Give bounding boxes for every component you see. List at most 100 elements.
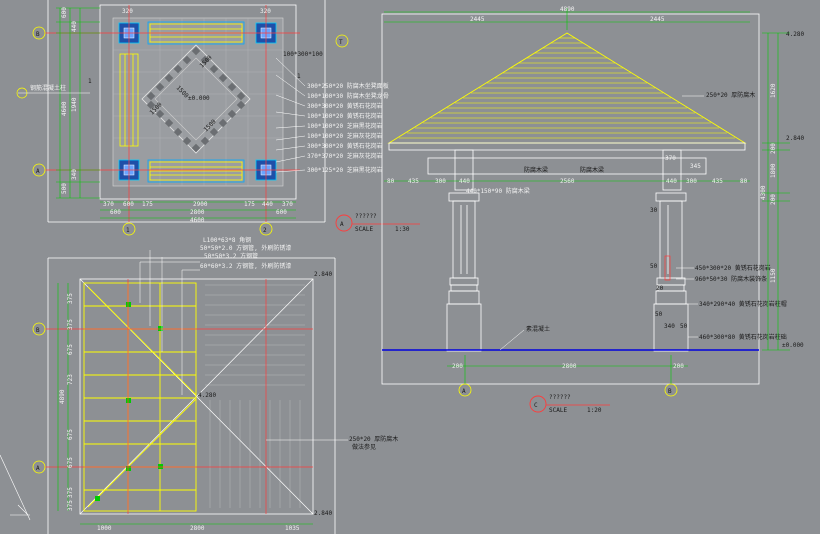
beam-dim: 300	[435, 178, 446, 185]
connection-nodes	[95, 302, 163, 501]
column-left	[446, 192, 482, 352]
steel-framing	[83, 282, 197, 512]
small-dim: 50	[680, 323, 688, 330]
small-dim: 20	[656, 285, 664, 292]
axis-bubble-2-label: 2	[263, 227, 267, 234]
bottom-dim-label: 175	[142, 201, 153, 208]
elevation-frame	[381, 13, 760, 385]
pole-mark: T	[339, 39, 343, 46]
material-notes: 300*250*20 防腐木坐凳面板 100*100*30 防腐木坐凳龙骨 30…	[307, 82, 389, 174]
left-dim-label: 440	[71, 21, 78, 32]
roof-boards	[399, 37, 735, 139]
beam-dim: 435	[712, 178, 723, 185]
left-dim-label: 500	[61, 183, 68, 194]
section-a-name: ??????	[355, 213, 377, 220]
scale-label: SCALE	[355, 226, 373, 233]
col-note: 460*300*80 黄锈石花岗岩柱础	[699, 333, 787, 341]
material-note: 370*370*20 芝麻灰花岗岩	[307, 152, 383, 160]
bottom-dim-label: 2900	[193, 201, 208, 208]
axis-bubble-1-label: 1	[126, 227, 130, 234]
ground-note: 素混凝土	[526, 325, 550, 333]
elev-top-total: 4890	[560, 6, 575, 13]
small-dim: 30	[650, 207, 658, 214]
roof-hatch	[205, 284, 305, 508]
section-c-name: ??????	[549, 394, 571, 401]
pavilion-elevation: 4890 2445 2445 250*20 厚防腐木 防腐木梁 防腐木梁 370	[381, 6, 804, 397]
roof-elev: 2.840	[314, 271, 332, 278]
roof-elev: 4.280	[198, 392, 216, 399]
roof-bottom-dim: 2800	[190, 525, 205, 532]
elev-top-dim: 2445	[470, 16, 485, 23]
elev-bottom-dim: 200	[452, 363, 463, 370]
elev-mark: 4.280	[786, 31, 804, 38]
beam-dim: 440	[459, 178, 470, 185]
roof-left-total: 4890	[59, 389, 66, 404]
section-c-letter: C	[534, 402, 538, 409]
bottom-dim-label: 2800	[190, 209, 205, 216]
roof-bottom-dim: 1000	[97, 525, 112, 532]
bottom-dim-label: 440	[262, 201, 273, 208]
left-dim-label: 600	[61, 7, 68, 18]
decor-strip	[664, 255, 671, 281]
elev-right-dim: 1620	[770, 83, 777, 98]
material-note: 100*100*20 芝麻黑花岗岩	[307, 122, 383, 130]
cad-drawing: 600 440 1940 4600 340 500 B A 钢筋混凝土柱 1 3…	[0, 0, 804, 534]
axis-bubble-b-label: B	[668, 388, 672, 395]
roof-axis-lines	[45, 279, 313, 514]
roof-left-dim: 675	[67, 457, 74, 468]
elev-mark: ±0.000	[782, 342, 804, 349]
scale-value: 1:20	[587, 407, 602, 414]
roof-left-dim: 675	[67, 429, 74, 440]
cad-drawing-canvas: 600 440 1940 4600 340 500 B A 钢筋混凝土柱 1 3…	[0, 0, 820, 534]
beam-note: 440*150*90 防腐木梁	[466, 187, 530, 195]
material-note: 300*300*20 黄锈石花岗岩	[307, 102, 383, 110]
elev-right-dim: 1150	[770, 268, 777, 283]
bottom-dim-label: 175	[244, 201, 255, 208]
elev-mark: 2.840	[786, 135, 804, 142]
ground-leader	[499, 329, 525, 351]
beam-dim: 80	[387, 178, 395, 185]
material-note: 100*100*20 黄锈石花岗岩	[307, 112, 383, 120]
tile-note-2: 做法参见	[352, 443, 376, 451]
beam-dim: 435	[408, 178, 419, 185]
elev-right-dim: 1800	[770, 163, 777, 178]
col-note: 450*300*20 黄锈石花岗岩	[695, 264, 771, 272]
axis-bubble-b-label: B	[36, 31, 40, 38]
roof-left-dim: 375	[67, 293, 74, 304]
axis-bubble-a-label: A	[462, 388, 466, 395]
elev-right-dim: 200	[770, 194, 777, 205]
beam-dim: 440	[666, 178, 677, 185]
left-dim-label: 1940	[71, 97, 78, 112]
section-a-bubble	[335, 214, 353, 232]
elev-top-dim: 2445	[650, 16, 665, 23]
left-dim-label: 4600	[61, 101, 68, 116]
bracket-dim: 345	[690, 163, 701, 170]
corner-hatch	[0, 454, 31, 521]
roof-left-dim: 375	[67, 319, 74, 330]
material-note: 300*250*20 防腐木坐凳面板	[307, 82, 389, 90]
small-dim: 50	[650, 263, 658, 270]
beam-label: 防腐木梁	[524, 166, 548, 174]
pavilion-floor-plan: 600 440 1940 4600 340 500 B A 钢筋混凝土柱 1 3…	[16, 0, 389, 236]
top-dim-label: 320	[122, 8, 133, 15]
bottom-dim-label: 600	[110, 209, 121, 216]
beam-label: 防腐木梁	[580, 166, 604, 174]
roof-left-dim: 375	[67, 487, 74, 498]
axis-bubble-a-label: A	[36, 465, 40, 472]
material-note: 100*100*30 防腐木坐凳龙骨	[307, 92, 389, 100]
roof-note: 50*50*3.2 方钢管	[204, 252, 258, 260]
beam-dim: 80	[740, 178, 748, 185]
elev-bottom-dim: 2800	[562, 363, 577, 370]
scale-value: 1:30	[395, 226, 410, 233]
roof-bottom-dim: 1035	[285, 525, 300, 532]
section-a-letter: A	[340, 221, 344, 228]
center-elevation: ±0.000	[188, 95, 210, 102]
fascia	[388, 142, 746, 151]
left-dim-label: 340	[71, 169, 78, 180]
axis-bubble-b-label: B	[36, 327, 40, 334]
scale-label: SCALE	[549, 407, 567, 414]
bottom-dim-label: 370	[103, 201, 114, 208]
bottom-dim-label: 600	[123, 201, 134, 208]
elev-right-total: 4300	[760, 185, 767, 200]
left-note: 钢筋混凝土柱	[30, 84, 66, 92]
